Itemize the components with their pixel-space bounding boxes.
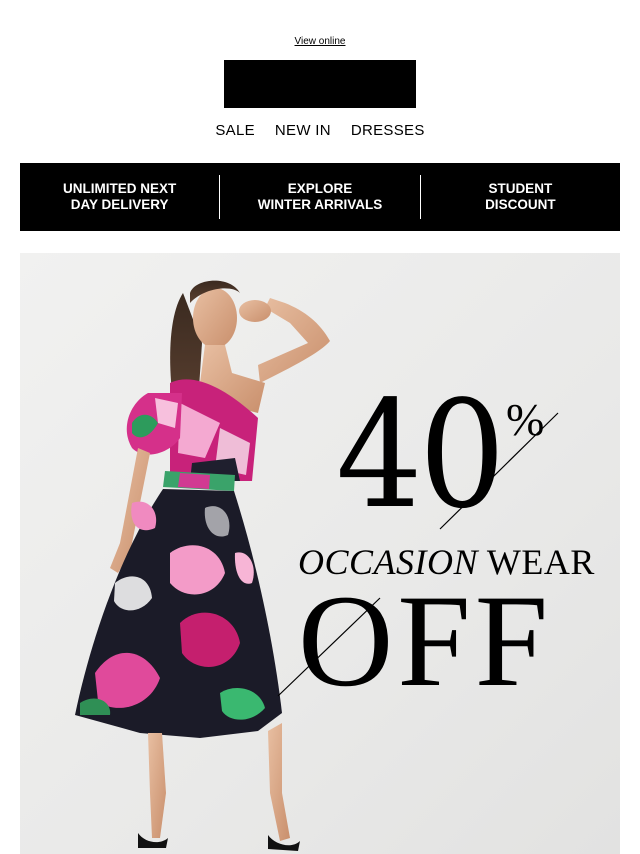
hero-off-text: OFF — [298, 567, 553, 714]
promo-bar: UNLIMITED NEXT DAY DELIVERY EXPLORE WINT… — [20, 163, 620, 231]
promo-student-discount[interactable]: STUDENT DISCOUNT — [421, 175, 620, 219]
hero-discount-number: 40 — [336, 369, 506, 541]
promo-winter-arrivals[interactable]: EXPLORE WINTER ARRIVALS — [220, 175, 419, 219]
hero-percent-sign: % — [506, 394, 545, 445]
brand-logo[interactable] — [224, 60, 416, 108]
top-nav: SALE NEW IN DRESSES — [0, 122, 640, 139]
hero-banner[interactable]: 40 % OCCASION WEAR OFF — [20, 253, 620, 854]
promo-next-day-delivery[interactable]: UNLIMITED NEXT DAY DELIVERY — [20, 175, 219, 219]
nav-new-in[interactable]: NEW IN — [275, 122, 331, 139]
view-online-link[interactable]: View online — [0, 36, 640, 47]
nav-sale[interactable]: SALE — [215, 122, 255, 139]
nav-dresses[interactable]: DRESSES — [351, 122, 425, 139]
